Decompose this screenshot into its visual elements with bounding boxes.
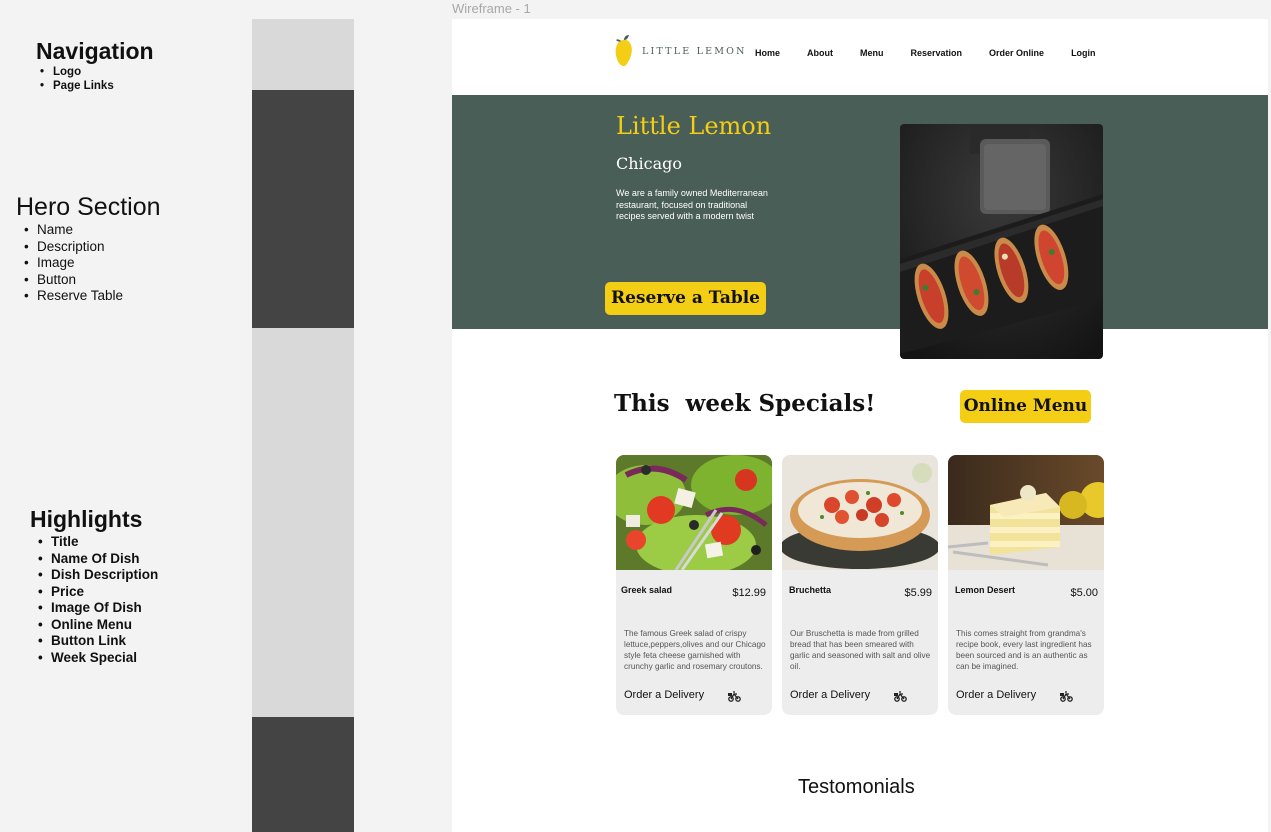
annotation-item: Title xyxy=(38,534,158,551)
annotation-item: Page Links xyxy=(40,80,154,94)
dish-description: This comes straight from grandma's recip… xyxy=(956,629,1092,671)
annotation-item: Image Of Dish xyxy=(38,600,158,617)
section-bar-navigation xyxy=(252,19,354,90)
annotation-item: Name Of Dish xyxy=(38,551,158,568)
nav-link-menu[interactable]: Menu xyxy=(860,48,884,58)
hero-title: Little Lemon xyxy=(616,112,772,140)
reserve-table-button[interactable]: Reserve a Table xyxy=(605,282,766,315)
dish-image xyxy=(948,455,1104,570)
dish-price: $12.99 xyxy=(732,587,766,599)
annotation-hero: Hero Section Name Description Image Butt… xyxy=(16,193,161,305)
annotation-item: Week Special xyxy=(38,650,158,667)
nav-link-login[interactable]: Login xyxy=(1071,48,1096,58)
annotation-item: Description xyxy=(24,239,161,256)
dish-card: Lemon Desert $5.00 This comes straight f… xyxy=(948,455,1104,715)
nav-link-home[interactable]: Home xyxy=(755,48,780,58)
dish-image xyxy=(616,455,772,570)
annotation-item: Online Menu xyxy=(38,617,158,634)
nav-links: Home About Menu Reservation Order Online… xyxy=(755,48,1096,58)
annotation-list: Name Description Image Button Reserve Ta… xyxy=(24,222,161,305)
nav-link-reservation[interactable]: Reservation xyxy=(911,48,963,58)
annotation-title: Navigation xyxy=(36,38,154,64)
dish-image xyxy=(782,455,938,570)
annotation-item: Button Link xyxy=(38,633,158,650)
dish-price: $5.99 xyxy=(904,587,932,599)
annotation-item: Image xyxy=(24,255,161,272)
section-bar-hero xyxy=(252,90,354,328)
annotation-item: Logo xyxy=(40,66,154,80)
nav-link-about[interactable]: About xyxy=(807,48,833,58)
section-bar-highlights xyxy=(252,328,354,717)
dish-name: Bruchetta xyxy=(789,585,832,595)
dish-card: Greek salad $12.99 The famous Greek sala… xyxy=(616,455,772,715)
hero-city: Chicago xyxy=(616,154,683,173)
order-delivery-link[interactable]: Order a Delivery xyxy=(624,689,704,701)
annotation-item: Dish Description xyxy=(38,567,158,584)
dish-price: $5.00 xyxy=(1070,587,1098,599)
delivery-bike-icon[interactable] xyxy=(894,689,907,707)
hero-image xyxy=(900,124,1103,359)
dish-name: Greek salad xyxy=(621,585,673,595)
specials-title: This week Specials! xyxy=(614,390,876,417)
annotation-item: Price xyxy=(38,584,158,601)
annotation-list: Logo Page Links xyxy=(40,66,154,94)
order-delivery-link[interactable]: Order a Delivery xyxy=(956,689,1036,701)
annotation-list: Title Name Of Dish Dish Description Pric… xyxy=(38,534,158,667)
order-delivery-link[interactable]: Order a Delivery xyxy=(790,689,870,701)
annotation-navigation: Navigation Logo Page Links xyxy=(36,38,154,93)
hero-section xyxy=(452,95,1268,329)
lemon-logo-icon xyxy=(614,35,634,67)
annotation-item: Name xyxy=(24,222,161,239)
section-bar-testimonials xyxy=(252,717,354,832)
annotation-highlights: Highlights Title Name Of Dish Dish Descr… xyxy=(30,506,158,666)
annotation-item: Reserve Table xyxy=(24,288,161,305)
wireframe-frame: LITTLE LEMON Home About Menu Reservation… xyxy=(452,19,1268,832)
online-menu-button[interactable]: Online Menu xyxy=(960,390,1091,423)
delivery-bike-icon[interactable] xyxy=(1060,689,1073,707)
annotation-title: Highlights xyxy=(30,506,143,532)
dish-description: Our Bruschetta is made from grilled brea… xyxy=(790,629,931,671)
delivery-bike-icon[interactable] xyxy=(728,689,741,707)
nav-link-order-online[interactable]: Order Online xyxy=(989,48,1044,58)
logo[interactable]: LITTLE LEMON xyxy=(614,35,747,67)
dish-card: Bruchetta $5.99 Our Bruschetta is made f… xyxy=(782,455,938,715)
testimonials-title: Testomonials xyxy=(798,776,915,798)
annotation-title: Hero Section xyxy=(16,193,161,221)
annotation-item: Button xyxy=(24,272,161,289)
dish-name: Lemon Desert xyxy=(955,585,1016,595)
dish-description: The famous Greek salad of crispy lettuce… xyxy=(624,629,766,671)
logo-text: LITTLE LEMON xyxy=(642,45,747,57)
hero-description: We are a family owned Mediterranean rest… xyxy=(616,188,768,222)
frame-label: Wireframe - 1 xyxy=(452,1,531,16)
